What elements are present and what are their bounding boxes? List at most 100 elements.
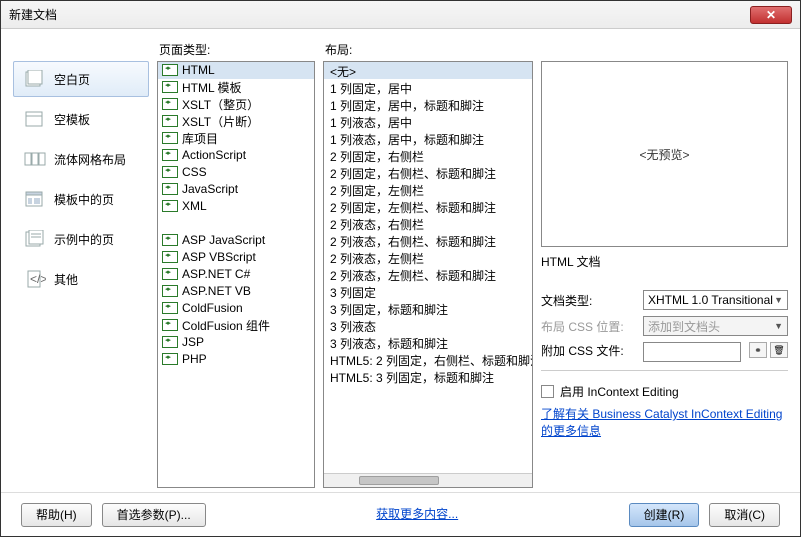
layout-item[interactable]: 1 列液态，居中，标题和脚注 — [324, 130, 532, 147]
file-type-icon — [162, 268, 178, 280]
page-type-item[interactable]: ASP.NET C# — [158, 266, 314, 283]
create-button[interactable]: 创建(R) — [629, 503, 700, 527]
page-type-item[interactable]: PHP — [158, 351, 314, 368]
dialog-title: 新建文档 — [9, 6, 57, 23]
attach-css-input[interactable] — [643, 342, 741, 362]
page-type-item[interactable]: ColdFusion — [158, 300, 314, 317]
sidebar-item-blank-template[interactable]: 空模板 — [13, 101, 149, 137]
page-type-item-label: HTML — [182, 63, 215, 77]
sidebar-item-fluid-grid[interactable]: 流体网格布局 — [13, 141, 149, 177]
layout-item[interactable]: 1 列液态，居中 — [324, 113, 532, 130]
file-type-icon — [162, 302, 178, 314]
layout-item[interactable]: 3 列液态 — [324, 317, 532, 334]
preview-placeholder: <无预览> — [639, 146, 689, 163]
get-more-link[interactable]: 获取更多内容... — [376, 506, 458, 523]
layout-list[interactable]: <无>1 列固定，居中1 列固定，居中，标题和脚注1 列液态，居中1 列液态，居… — [323, 61, 533, 488]
page-type-item[interactable]: ASP JavaScript — [158, 232, 314, 249]
sidebar-item-page-from-template[interactable]: 模板中的页 — [13, 181, 149, 217]
file-type-icon — [162, 319, 178, 331]
page-type-item[interactable]: CSS — [158, 164, 314, 181]
layout-item[interactable]: 1 列固定，居中 — [324, 79, 532, 96]
horizontal-scrollbar[interactable] — [324, 473, 532, 487]
page-type-item-label: ASP.NET VB — [182, 284, 251, 298]
file-type-icon — [162, 149, 178, 161]
page-type-label: 页面类型: — [157, 39, 315, 61]
page-type-item-label: JSP — [182, 335, 204, 349]
file-type-icon — [162, 183, 178, 195]
other-icon: </> — [24, 270, 46, 288]
layout-item[interactable]: 2 列固定，右侧栏 — [324, 147, 532, 164]
layout-item[interactable]: 2 列液态，右侧栏 — [324, 215, 532, 232]
dropdown-arrow-icon: ▼ — [774, 321, 783, 331]
layout-item[interactable]: 3 列固定 — [324, 283, 532, 300]
page-type-item-label: ASP JavaScript — [182, 233, 265, 247]
page-type-item[interactable]: HTML 模板 — [158, 79, 314, 96]
csspos-value: 添加到文档头 — [648, 318, 720, 335]
page-type-item[interactable]: JavaScript — [158, 181, 314, 198]
page-type-item[interactable]: ASP.NET VB — [158, 283, 314, 300]
file-type-icon — [162, 251, 178, 263]
preferences-button[interactable]: 首选参数(P)... — [102, 503, 206, 527]
divider — [541, 370, 788, 371]
csspos-row: 布局 CSS 位置: 添加到文档头 ▼ — [541, 316, 788, 336]
page-type-item[interactable]: ColdFusion 组件 — [158, 317, 314, 334]
file-type-icon — [162, 166, 178, 178]
page-type-item[interactable]: JSP — [158, 334, 314, 351]
page-type-item-label: 库项目 — [182, 130, 218, 147]
layout-item[interactable]: 2 列液态，左侧栏、标题和脚注 — [324, 266, 532, 283]
file-type-icon — [162, 98, 178, 110]
page-type-item[interactable]: 库项目 — [158, 130, 314, 147]
remove-css-icon[interactable]: 🗑 — [770, 342, 788, 358]
page-type-item[interactable]: XSLT（片断） — [158, 113, 314, 130]
sidebar-item-label: 空模板 — [54, 111, 90, 128]
page-type-list[interactable]: HTML HTML 模板XSLT（整页）XSLT（片断）库项目ActionScri… — [157, 61, 315, 488]
layout-item[interactable]: 3 列液态，标题和脚注 — [324, 334, 532, 351]
sidebar-item-blank-page[interactable]: 空白页 — [13, 61, 149, 97]
page-type-column: 页面类型: HTML HTML 模板XSLT（整页）XSLT（片断）库项目Acti… — [157, 39, 315, 488]
csspos-select: 添加到文档头 ▼ — [643, 316, 788, 336]
file-type-icon — [162, 132, 178, 144]
fluid-grid-icon — [24, 150, 46, 168]
titlebar: 新建文档 ✕ — [1, 1, 800, 29]
help-button[interactable]: 帮助(H) — [21, 503, 92, 527]
file-type-icon — [162, 285, 178, 297]
layout-item[interactable]: HTML5: 2 列固定，右侧栏、标题和脚注 — [324, 351, 532, 368]
doctype-select[interactable]: XHTML 1.0 Transitional ▼ — [643, 290, 788, 310]
layout-item[interactable]: 2 列固定，左侧栏 — [324, 181, 532, 198]
page-type-item[interactable]: ActionScript — [158, 147, 314, 164]
layout-item[interactable]: 2 列固定，右侧栏、标题和脚注 — [324, 164, 532, 181]
file-type-icon — [162, 200, 178, 212]
csspos-label: 布局 CSS 位置: — [541, 318, 637, 335]
close-icon: ✕ — [766, 8, 776, 22]
page-type-item[interactable]: HTML — [158, 62, 314, 79]
layout-item[interactable]: 2 列固定，左侧栏、标题和脚注 — [324, 198, 532, 215]
page-type-item-label: JavaScript — [182, 182, 238, 196]
sidebar-item-other[interactable]: </> 其他 — [13, 261, 149, 297]
sidebar-item-label: 空白页 — [54, 71, 90, 88]
incontext-link[interactable]: 了解有关 Business Catalyst InContext Editing… — [541, 406, 788, 440]
close-button[interactable]: ✕ — [750, 6, 792, 24]
layout-item[interactable]: 3 列固定，标题和脚注 — [324, 300, 532, 317]
page-type-item[interactable]: XML — [158, 198, 314, 215]
page-type-item[interactable]: XSLT（整页） — [158, 96, 314, 113]
layout-item[interactable]: 2 列液态，左侧栏 — [324, 249, 532, 266]
page-type-item-label: CSS — [182, 165, 207, 179]
cancel-button[interactable]: 取消(C) — [709, 503, 780, 527]
page-from-sample-icon — [24, 230, 46, 248]
layout-item[interactable]: HTML5: 3 列固定，标题和脚注 — [324, 368, 532, 385]
incontext-checkbox[interactable] — [541, 385, 554, 398]
page-type-item-label: ActionScript — [182, 148, 246, 162]
page-type-item-label: XSLT（整页） — [182, 96, 259, 113]
layout-item[interactable]: 1 列固定，居中，标题和脚注 — [324, 96, 532, 113]
layout-item[interactable]: 2 列液态，右侧栏、标题和脚注 — [324, 232, 532, 249]
page-type-item-label: PHP — [182, 352, 207, 366]
sidebar-item-label: 示例中的页 — [54, 231, 114, 248]
page-from-template-icon — [24, 190, 46, 208]
layout-item[interactable]: <无> — [324, 62, 532, 79]
page-type-item[interactable]: ASP VBScript — [158, 249, 314, 266]
link-css-icon[interactable]: ⚭ — [749, 342, 767, 358]
blank-template-icon — [24, 110, 46, 128]
sidebar-item-page-from-sample[interactable]: 示例中的页 — [13, 221, 149, 257]
attach-css-row: 附加 CSS 文件: ⚭ 🗑 — [541, 342, 788, 362]
details-column: <无预览> HTML 文档 文档类型: XHTML 1.0 Transition… — [541, 39, 788, 488]
